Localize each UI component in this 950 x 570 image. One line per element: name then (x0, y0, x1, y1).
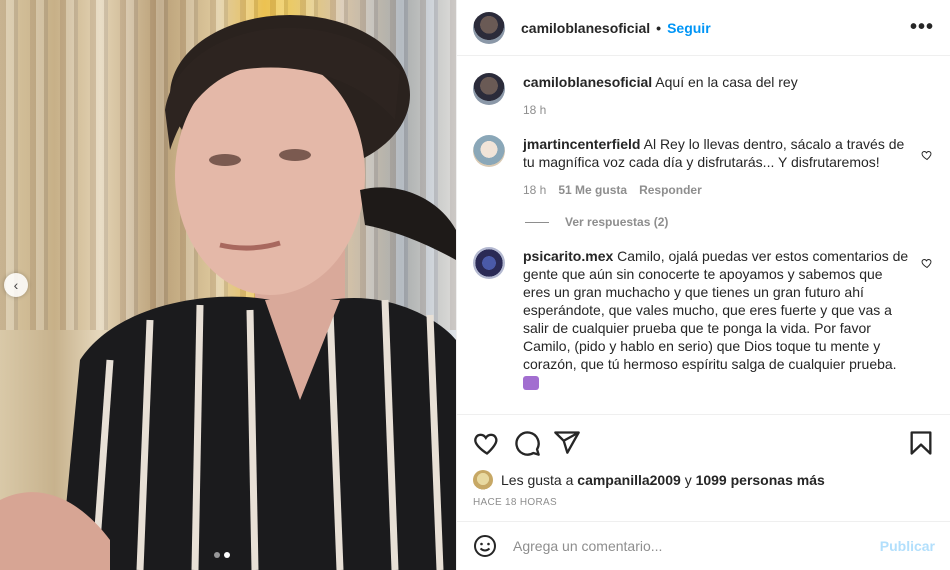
share-icon[interactable] (553, 429, 581, 457)
view-replies-label: Ver respuestas (2) (565, 215, 669, 229)
bookmark-icon[interactable] (907, 429, 935, 457)
comment-username[interactable]: psicarito.mex (523, 248, 613, 264)
comment-username[interactable]: jmartincenterfield (523, 136, 640, 152)
likes-prefix: Les gusta a (501, 472, 574, 488)
separator: • (656, 19, 662, 36)
post-panel: camiloblanesoficial • Seguir ••• camilob… (456, 0, 950, 570)
comment: jmartincenterfield Al Rey lo llevas dent… (473, 119, 935, 199)
avatar[interactable] (473, 247, 505, 279)
caption-time[interactable]: 18 h (523, 101, 546, 119)
caption: camiloblanesoficial Aquí en la casa del … (473, 57, 935, 119)
reply-button[interactable]: Responder (639, 181, 702, 199)
likes-joiner: y (684, 472, 692, 488)
carousel-indicator (214, 552, 230, 558)
publish-button[interactable]: Publicar (880, 538, 935, 554)
action-bar (457, 414, 950, 470)
view-replies-button[interactable]: Ver respuestas (2) (525, 215, 935, 229)
more-horizontal-icon: ••• (909, 16, 934, 38)
divider (525, 221, 549, 223)
post-timestamp[interactable]: HACE 18 HORAS (473, 497, 557, 508)
caption-text: Aquí en la casa del rey (655, 74, 798, 90)
chevron-left-icon: ‹ (13, 277, 19, 293)
comment-text: Camilo, ojalá puedas ver estos comentari… (523, 248, 909, 372)
portrait-figure (0, 15, 456, 570)
comments-list[interactable]: camiloblanesoficial Aquí en la casa del … (457, 57, 950, 413)
comment-input[interactable] (513, 538, 880, 554)
comment-icon[interactable] (513, 429, 541, 457)
avatar[interactable] (473, 11, 505, 44)
purple-heart-emoji-icon (523, 376, 539, 390)
comment-time[interactable]: 18 h (523, 181, 546, 199)
avatar[interactable] (473, 73, 505, 105)
post-header: camiloblanesoficial • Seguir ••• (457, 0, 950, 56)
carousel-prev-button[interactable]: ‹ (4, 273, 28, 297)
follow-button[interactable]: Seguir (667, 20, 711, 36)
emoji-smile-icon[interactable] (473, 534, 497, 558)
liker-avatar[interactable] (473, 470, 493, 490)
likes-others[interactable]: 1099 personas más (696, 472, 825, 488)
comment-likes[interactable]: 51 Me gusta (558, 181, 627, 199)
comment: psicarito.mex Camilo, ojalá puedas ver e… (473, 229, 935, 391)
add-comment-bar: Publicar (457, 521, 950, 570)
post-image[interactable]: ‹ (0, 0, 456, 570)
more-options-button[interactable]: ••• (910, 16, 934, 39)
heart-icon[interactable] (921, 149, 933, 161)
likes-summary: Les gusta a campanilla2009 y 1099 person… (473, 470, 825, 490)
liker-username[interactable]: campanilla2009 (577, 472, 681, 488)
caption-username[interactable]: camiloblanesoficial (523, 74, 652, 90)
carousel-dot (214, 552, 220, 558)
avatar[interactable] (473, 135, 505, 167)
heart-icon[interactable] (921, 257, 933, 269)
carousel-dot-active (224, 552, 230, 558)
like-heart-icon[interactable] (473, 429, 501, 457)
post-username[interactable]: camiloblanesoficial (521, 20, 650, 36)
